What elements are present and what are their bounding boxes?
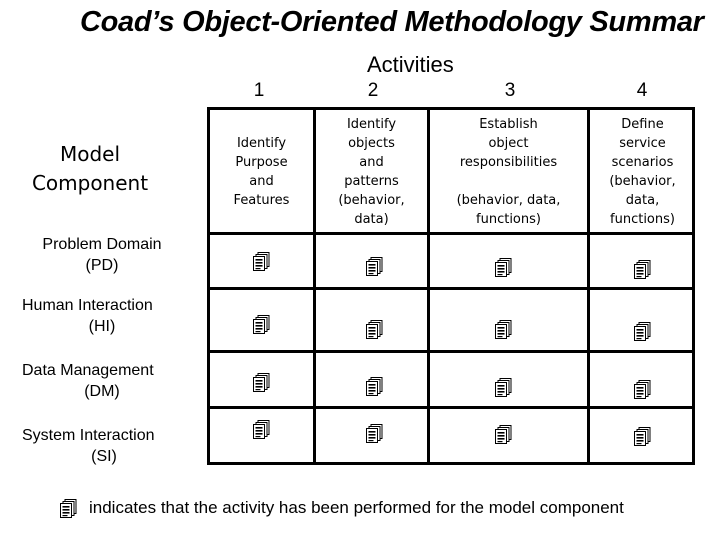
document-stack-icon (634, 427, 651, 446)
row-label-name: Problem Domain (42, 236, 162, 253)
column-number-3: 3 (504, 80, 516, 101)
activity-description-1: Identify Purpose and Features (210, 112, 313, 232)
description-line: (behavior, (338, 193, 405, 208)
document-stack-icon (60, 498, 77, 518)
description-line: responsibilities (459, 155, 558, 170)
description-line: Establish (479, 117, 538, 132)
legend-text: indicates that the activity has been per… (89, 498, 624, 517)
document-stack-icon (634, 380, 651, 399)
description-line: object (488, 136, 529, 151)
column-number-2: 2 (367, 80, 379, 101)
row-label-dm: Data Management (DM) (22, 360, 182, 402)
document-stack-icon (634, 322, 651, 341)
row-label-abbr: (PD) (85, 257, 119, 274)
description-line: Identify (236, 136, 287, 151)
description-line: functions) (476, 212, 541, 227)
description-line: Identify (346, 117, 397, 132)
description-line: patterns (344, 174, 399, 189)
slide-title: Coad’s Object-Oriented Methodology Summa… (80, 6, 704, 38)
row-label-hi: Human Interaction (HI) (22, 295, 182, 337)
document-stack-icon (366, 377, 383, 396)
description-line: Define (621, 117, 664, 132)
model-component-line-2: Component (31, 171, 149, 195)
activity-description-4: Define service scenarios (behavior, data, fun… (590, 112, 695, 232)
row-label-si: System Interaction (SI) (22, 425, 186, 467)
document-stack-icon (634, 260, 651, 279)
model-component-heading: Model Component (14, 140, 166, 198)
column-number-4: 4 (636, 80, 648, 101)
description-line: functions) (610, 212, 675, 227)
description-line: objects (348, 136, 395, 151)
description-line: Purpose (235, 155, 288, 170)
row-divider (207, 406, 695, 409)
document-stack-icon (495, 378, 512, 397)
activity-description-2: Identify objects and patterns (behavior, data… (316, 112, 427, 232)
document-stack-icon (366, 320, 383, 339)
document-stack-icon (495, 425, 512, 444)
row-label-pd: Problem Domain (PD) (22, 234, 182, 276)
document-stack-icon (366, 257, 383, 276)
row-divider (207, 232, 695, 235)
row-divider (207, 287, 695, 290)
legend: indicates that the activity has been per… (60, 498, 624, 518)
document-stack-icon (253, 252, 270, 271)
description-line: scenarios (611, 155, 674, 170)
activity-description-3: Establish object responsibilities (behavio… (430, 112, 587, 232)
description-line: service (619, 136, 666, 151)
row-label-abbr: (HI) (88, 318, 116, 335)
row-label-name: Data Management (22, 362, 154, 379)
description-line: (behavior, data, (456, 193, 561, 208)
description-line: data, (625, 193, 660, 208)
document-stack-icon (366, 424, 383, 443)
row-label-name: System Interaction (22, 427, 155, 444)
description-line: (behavior, (609, 174, 676, 189)
description-line: Features (233, 193, 290, 208)
document-stack-icon (495, 258, 512, 277)
document-stack-icon (495, 320, 512, 339)
model-component-line-1: Model (59, 142, 121, 166)
row-label-name: Human Interaction (22, 297, 153, 314)
document-stack-icon (253, 315, 270, 334)
document-stack-icon (253, 420, 270, 439)
row-label-abbr: (SI) (91, 448, 117, 465)
description-line: data) (354, 212, 389, 227)
column-number-1: 1 (253, 80, 265, 101)
row-divider (207, 350, 695, 353)
description-line (457, 172, 561, 191)
description-line: and (359, 155, 384, 170)
activities-heading: Activities (367, 52, 454, 77)
description-line: and (249, 174, 274, 189)
row-label-abbr: (DM) (84, 383, 120, 400)
document-stack-icon (253, 373, 270, 392)
